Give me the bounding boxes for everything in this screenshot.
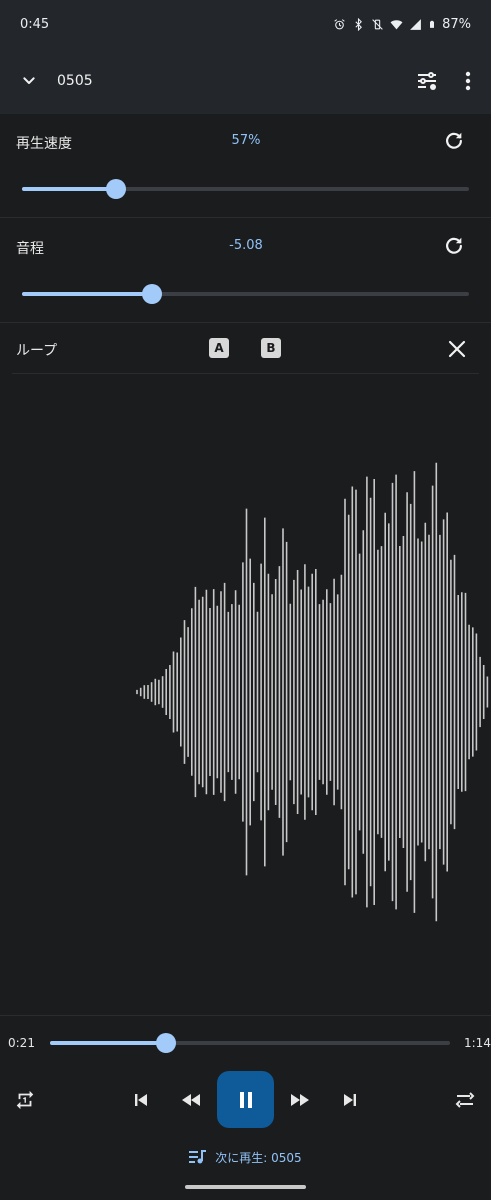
- duration-time: 1:14: [464, 1036, 491, 1050]
- divider: [12, 373, 479, 374]
- loop-row: ループ A B: [0, 324, 491, 374]
- pitch-slider[interactable]: [22, 284, 469, 304]
- collapse-button[interactable]: [15, 67, 43, 95]
- speed-reset-button[interactable]: [441, 128, 467, 154]
- skip-previous-icon: [135, 1094, 147, 1106]
- rewind-button[interactable]: [177, 1087, 205, 1113]
- pitch-slider-fill: [22, 292, 152, 296]
- rewind-icon: [182, 1094, 200, 1106]
- speed-label: 再生速度: [16, 136, 72, 152]
- speed-slider-thumb[interactable]: [105, 179, 126, 199]
- more-vert-icon: [465, 71, 471, 91]
- loop-clear-button[interactable]: [444, 336, 470, 362]
- status-bar: 0:45 87%: [0, 0, 491, 48]
- divider: [0, 1015, 491, 1016]
- progress-thumb[interactable]: [156, 1033, 176, 1053]
- battery-icon: [430, 20, 435, 28]
- up-next-label: 次に再生: 0505: [215, 1150, 302, 1165]
- bluetooth-icon: [355, 17, 363, 31]
- skip-next-button[interactable]: [337, 1087, 363, 1113]
- close-icon: [448, 340, 466, 358]
- gesture-handle[interactable]: [185, 1185, 306, 1189]
- loop-a-button[interactable]: A: [209, 338, 229, 358]
- loop-b-button[interactable]: B: [261, 338, 281, 358]
- navigation-bar: [0, 1175, 491, 1200]
- equalizer-settings-button[interactable]: [412, 66, 442, 96]
- app-bar: 0505: [0, 48, 491, 114]
- skip-next-icon: [344, 1094, 356, 1106]
- repeat-one-icon: [16, 1090, 34, 1110]
- pitch-label: 音程: [16, 241, 44, 257]
- up-next-row[interactable]: 次に再生: 0505: [0, 1145, 491, 1169]
- reset-icon: [446, 237, 462, 254]
- divider: [0, 322, 491, 323]
- skip-previous-button[interactable]: [128, 1087, 154, 1113]
- pitch-value: -5.08: [229, 238, 263, 253]
- repeat-one-button[interactable]: [12, 1087, 38, 1113]
- pitch-reset-button[interactable]: [441, 233, 467, 259]
- equalizer-settings-icon: [418, 72, 436, 90]
- fast-forward-button[interactable]: [286, 1087, 314, 1113]
- pitch-section: 音程 -5.08: [0, 219, 491, 323]
- shuffle-icon: [455, 1092, 475, 1108]
- chevron-down-icon: [23, 77, 35, 84]
- speed-slider-fill: [22, 187, 116, 191]
- status-icons: 87%: [333, 17, 471, 32]
- speed-slider[interactable]: [22, 179, 469, 199]
- loop-label: ループ: [16, 343, 58, 359]
- pitch-slider-thumb[interactable]: [141, 284, 162, 304]
- wifi-icon: [390, 19, 403, 29]
- reset-icon: [446, 132, 462, 149]
- speed-section: 再生速度 57%: [0, 114, 491, 218]
- queue-music-icon: [189, 1150, 207, 1164]
- pause-icon: [239, 1091, 252, 1108]
- progress-slider[interactable]: [50, 1033, 450, 1053]
- progress-fill: [50, 1041, 166, 1045]
- status-time: 0:45: [20, 16, 50, 32]
- pause-button[interactable]: [217, 1071, 274, 1128]
- shuffle-button[interactable]: [452, 1087, 478, 1113]
- more-options-button[interactable]: [456, 66, 480, 96]
- elapsed-time: 0:21: [8, 1036, 35, 1050]
- battery-percent: 87%: [442, 16, 471, 32]
- track-title: 0505: [57, 73, 93, 89]
- vibrate-off-icon: [372, 18, 383, 30]
- divider: [0, 217, 491, 218]
- alarm-icon: [334, 18, 345, 29]
- waveform[interactable]: [0, 375, 491, 1015]
- signal-icon: [410, 18, 422, 30]
- fast-forward-icon: [291, 1094, 309, 1106]
- speed-value: 57%: [231, 133, 261, 148]
